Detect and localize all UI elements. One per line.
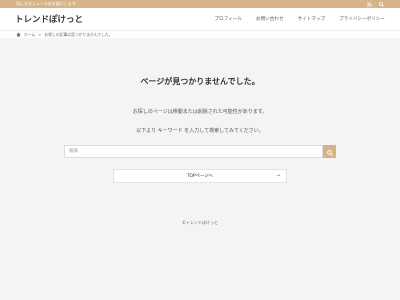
global-nav: プロフィール お問い合わせ サイトマップ プライバシーポリシー	[215, 16, 386, 22]
top-page-button[interactable]: TOPページへ →	[113, 169, 287, 183]
arrow-right-icon: →	[276, 173, 280, 179]
breadcrumb-home[interactable]: ホーム	[24, 32, 35, 38]
search-form	[64, 145, 336, 158]
site-title[interactable]: トレンドぽけっと	[15, 13, 83, 25]
site-header: トレンドぽけっと プロフィール お問い合わせ サイトマップ プライバシーポリシー	[0, 8, 400, 30]
not-found-message: お探しのページは移動または削除された可能性があります。	[132, 109, 268, 115]
nav-item-sitemap[interactable]: サイトマップ	[298, 16, 326, 22]
footer-copyright: ©トレンドぽけっと	[182, 220, 218, 225]
top-bar: 気になるニュースをお届けします	[0, 0, 400, 8]
breadcrumb-current: お探しの記事は見つかりませんでした。	[44, 31, 113, 37]
search-hint-message: 以下より キーワード を入力して検索してみてください。	[136, 128, 264, 134]
nav-item-profile[interactable]: プロフィール	[215, 16, 242, 22]
breadcrumb-separator: >	[38, 32, 42, 37]
page-title: ページが見つかりませんでした。	[140, 77, 260, 86]
nav-item-contact[interactable]: お問い合わせ	[256, 16, 284, 22]
tagline: 気になるニュースをお届けします	[16, 1, 76, 6]
search-input[interactable]	[64, 145, 323, 158]
home-icon	[16, 32, 21, 38]
top-page-label: TOPページへ	[186, 174, 214, 179]
breadcrumb: ホーム > お探しの記事は見つかりませんでした。	[0, 30, 400, 38]
search-icon[interactable]	[379, 1, 384, 7]
search-button[interactable]	[323, 145, 336, 158]
search-icon	[326, 144, 333, 159]
rss-icon[interactable]	[367, 1, 372, 7]
nav-item-privacy[interactable]: プライバシーポリシー	[339, 16, 385, 22]
topbar-icons	[367, 1, 384, 7]
